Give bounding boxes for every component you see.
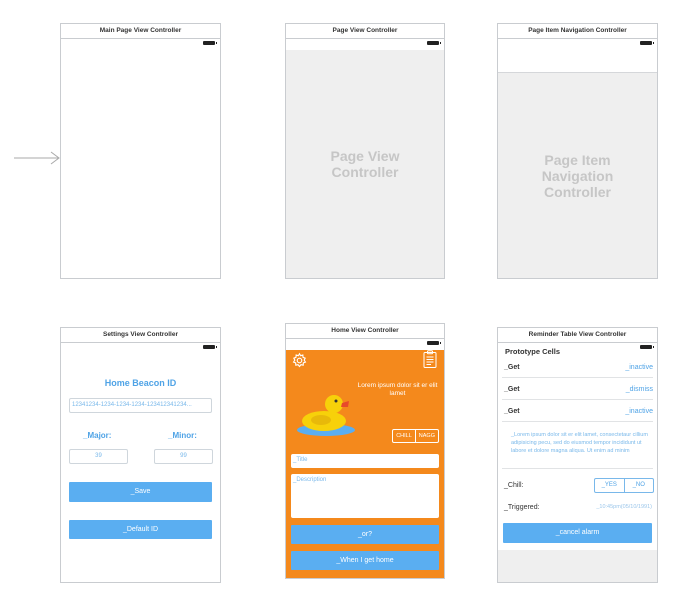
triggered-label: _Triggered: xyxy=(504,504,540,511)
page-item-navigation-controller-scene[interactable]: Page Item Navigation Controller Page Ite… xyxy=(497,23,658,279)
home-view-controller-scene[interactable]: Home View Controller Lorem ipsum dolor s… xyxy=(285,323,445,579)
yes-option[interactable]: _YES xyxy=(595,479,624,492)
minor-label: _Minor: xyxy=(168,431,197,440)
triggered-time: _10:45pm(05/10/1991) xyxy=(596,504,652,510)
chill-option[interactable]: CHILL xyxy=(393,430,415,442)
scene-title: Page View Controller xyxy=(286,24,444,39)
battery-icon xyxy=(640,41,654,45)
scene-title: Reminder Table View Controller xyxy=(498,328,657,343)
prototype-cells-header: Prototype Cells xyxy=(505,347,561,356)
main-page-view-controller-scene[interactable]: Main Page View Controller xyxy=(60,23,221,279)
reminder-table-view-controller-scene[interactable]: Reminder Table View Controller Prototype… xyxy=(497,327,658,583)
description-field[interactable]: _Description xyxy=(291,474,439,518)
reminder-description: _Lorem ipsum dolor sit er elit lamet, co… xyxy=(511,432,648,454)
table-row[interactable]: _Get _dismiss xyxy=(502,379,653,400)
save-button[interactable]: _Save xyxy=(69,482,212,502)
table-row[interactable]: _Get _inactive xyxy=(502,357,653,378)
beacon-id-field[interactable]: 12341234-1234-1234-1234-123412341234... xyxy=(69,398,212,413)
table-row[interactable]: _Get _inactive xyxy=(502,401,653,422)
status-bar xyxy=(286,39,444,49)
row-label: _Get xyxy=(504,364,520,371)
status-bar xyxy=(498,39,657,49)
status-bar xyxy=(61,343,220,353)
row-status: _inactive xyxy=(625,364,653,371)
row-status: _dismiss xyxy=(625,386,653,393)
row-label: _Get xyxy=(504,386,520,393)
default-id-button[interactable]: _Default ID xyxy=(69,520,212,539)
status-bar xyxy=(286,339,444,349)
clipboard-icon[interactable] xyxy=(423,350,437,368)
rubber-duck-image xyxy=(297,395,355,436)
when-i-get-home-button[interactable]: _When I get home xyxy=(291,551,439,570)
nagg-option[interactable]: NAGG xyxy=(414,430,438,442)
home-lorem-text: Lorem ipsum dolor sit er elit lamet xyxy=(357,382,438,397)
title-field[interactable]: _Title xyxy=(291,454,439,468)
placeholder-label: Page Item Navigation Controller xyxy=(498,72,657,278)
table-footer-area xyxy=(498,550,657,582)
no-option[interactable]: _NO xyxy=(623,479,654,492)
battery-icon xyxy=(427,341,441,345)
row-status: _inactive xyxy=(625,408,653,415)
major-label: _Major: xyxy=(83,431,112,440)
or-button[interactable]: _or? xyxy=(291,525,439,544)
battery-icon xyxy=(203,345,217,349)
page-view-controller-scene[interactable]: Page View Controller Page View Controlle… xyxy=(285,23,445,279)
row-label: _Get xyxy=(504,408,520,415)
placeholder-label: Page View Controller xyxy=(286,50,444,278)
status-bar xyxy=(61,39,220,49)
storyboard-entry-arrow xyxy=(14,151,60,165)
chill-label: _Chill: xyxy=(504,482,524,489)
settings-view-controller-scene[interactable]: Settings View Controller Home Beacon ID … xyxy=(60,327,221,583)
major-field[interactable]: 39 xyxy=(69,449,128,464)
home-content: Lorem ipsum dolor sit er elit lamet CHIL… xyxy=(286,350,444,578)
mode-toggle[interactable]: CHILL NAGG xyxy=(392,429,439,443)
cancel-alarm-button[interactable]: _cancel alarm xyxy=(503,523,652,543)
scene-title: Home View Controller xyxy=(286,324,444,339)
battery-icon xyxy=(203,41,217,45)
divider xyxy=(502,468,653,469)
gear-icon[interactable] xyxy=(291,352,308,369)
chill-segmented-control[interactable]: _YES _NO xyxy=(594,478,654,493)
scene-title: Settings View Controller xyxy=(61,328,220,343)
battery-icon xyxy=(427,41,441,45)
home-beacon-heading: Home Beacon ID xyxy=(104,378,177,388)
scene-title: Page Item Navigation Controller xyxy=(498,24,657,39)
scene-title: Main Page View Controller xyxy=(61,24,220,39)
battery-icon xyxy=(640,345,654,349)
minor-field[interactable]: 99 xyxy=(154,449,213,464)
